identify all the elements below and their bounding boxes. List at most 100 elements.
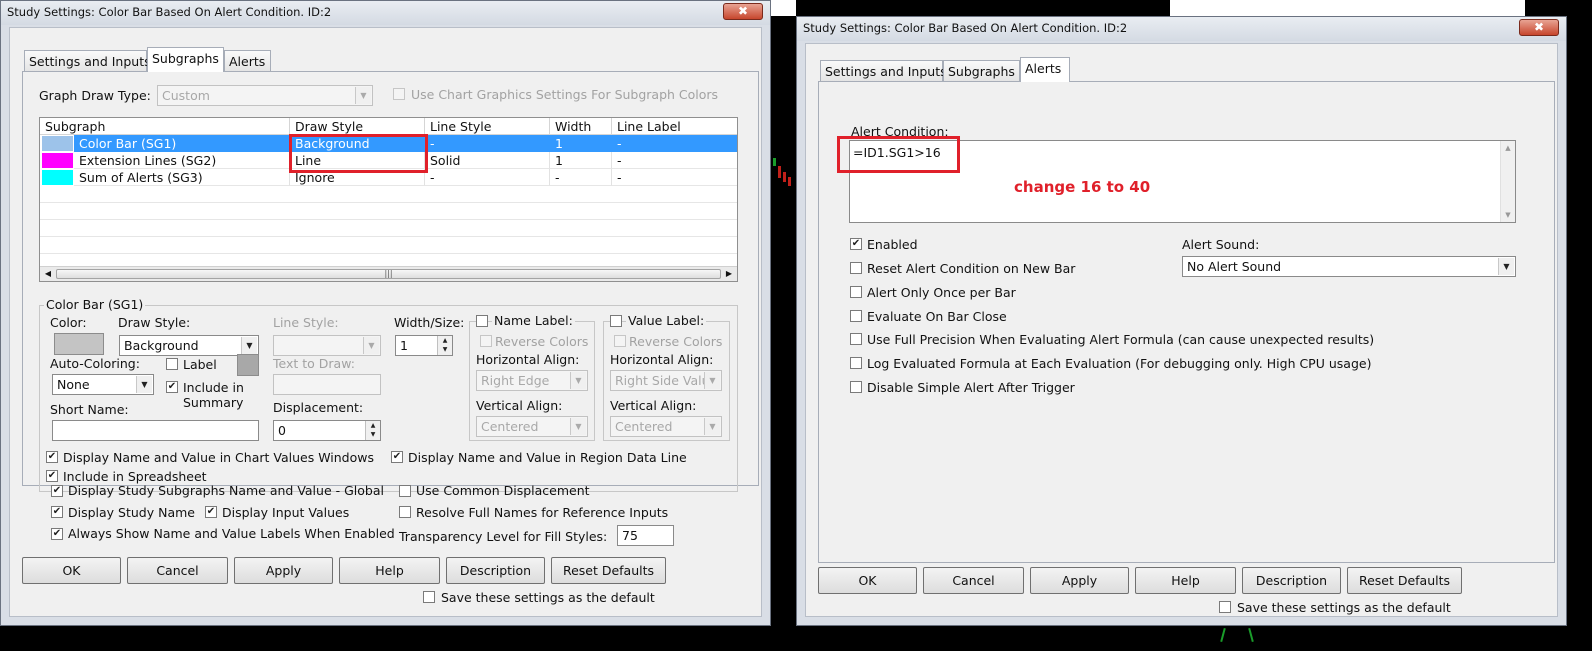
auto-coloring-value: None bbox=[57, 377, 90, 392]
vertical-align-label: Vertical Align: bbox=[610, 398, 697, 413]
graph-draw-type-label: Graph Draw Type: bbox=[39, 88, 151, 103]
width-cell: 1 bbox=[550, 135, 612, 152]
tab-settings-and-inputs[interactable]: Settings and Inputs bbox=[24, 50, 151, 72]
subgraph-settings-group: Color Bar (SG1) Color: Draw Style: Backg… bbox=[39, 297, 738, 492]
display-input-values-checkbox[interactable]: ✔ bbox=[205, 506, 217, 518]
description-button[interactable]: Description bbox=[446, 557, 545, 584]
description-button[interactable]: Description bbox=[1242, 567, 1341, 594]
label-color-button[interactable] bbox=[237, 354, 259, 376]
display-global-checkbox[interactable]: ✔ bbox=[51, 485, 63, 497]
displacement-value: 0 bbox=[278, 423, 286, 438]
scroll-left-icon[interactable]: ◀ bbox=[42, 268, 54, 280]
apply-button[interactable]: Apply bbox=[1030, 567, 1129, 594]
tab-settings-and-inputs[interactable]: Settings and Inputs bbox=[820, 60, 947, 82]
cancel-button[interactable]: Cancel bbox=[127, 557, 228, 584]
save-default-label: Save these settings as the default bbox=[1237, 600, 1451, 615]
alert-sound-select[interactable]: No Alert Sound ▼ bbox=[1182, 256, 1516, 277]
value-label-checkbox[interactable] bbox=[610, 315, 622, 327]
ok-button[interactable]: OK bbox=[22, 557, 121, 584]
group-title: Color Bar (SG1) bbox=[44, 297, 146, 312]
tab-subgraphs[interactable]: Subgraphs bbox=[147, 47, 224, 72]
option-label: Log Evaluated Formula at Each Evaluation… bbox=[867, 356, 1372, 371]
name-label-group: Name Label: Reverse Colors Horizontal Al… bbox=[469, 313, 595, 441]
label-checkbox[interactable] bbox=[166, 358, 178, 370]
scroll-down-icon[interactable]: ▼ bbox=[1501, 211, 1515, 219]
empty-row bbox=[40, 203, 737, 220]
reset-alert-checkbox[interactable] bbox=[850, 262, 862, 274]
reset-defaults-button[interactable]: Reset Defaults bbox=[1347, 567, 1462, 594]
scroll-thumb[interactable]: ||| bbox=[56, 269, 721, 279]
dialog-client: Settings and Inputs Subgraphs Alerts Gra… bbox=[9, 27, 762, 617]
spinner-icon[interactable]: ▲ ▼ bbox=[365, 421, 380, 440]
close-button[interactable]: ✖ bbox=[1519, 19, 1559, 36]
apply-button[interactable]: Apply bbox=[234, 557, 333, 584]
include-spreadsheet-checkbox[interactable]: ✔ bbox=[46, 470, 58, 482]
name-label-checkbox[interactable] bbox=[476, 315, 488, 327]
column-header-line-label[interactable]: Line Label bbox=[612, 118, 737, 135]
column-header-draw-style[interactable]: Draw Style bbox=[290, 118, 425, 135]
highlight-box-alert-condition bbox=[837, 136, 960, 173]
include-in-summary-checkbox[interactable]: ✔ bbox=[166, 381, 178, 393]
displacement-input[interactable]: 0 ▲ ▼ bbox=[273, 420, 381, 441]
width-size-input[interactable]: 1 ▲ ▼ bbox=[395, 335, 453, 356]
empty-row bbox=[40, 237, 737, 254]
display-chart-values-checkbox[interactable]: ✔ bbox=[46, 451, 58, 463]
empty-row bbox=[40, 186, 737, 203]
vertical-align-select: Centered ▼ bbox=[610, 416, 722, 437]
width-cell: 1 bbox=[550, 152, 612, 169]
cancel-button[interactable]: Cancel bbox=[923, 567, 1024, 594]
chevron-down-icon: ▼ bbox=[241, 337, 257, 354]
column-header-width[interactable]: Width bbox=[550, 118, 612, 135]
text-to-draw-label: Text to Draw: bbox=[273, 356, 355, 371]
column-header-subgraph[interactable]: Subgraph bbox=[40, 118, 290, 135]
close-icon: ✖ bbox=[1533, 20, 1545, 34]
ok-button[interactable]: OK bbox=[818, 567, 917, 594]
help-button[interactable]: Help bbox=[1135, 567, 1236, 594]
displacement-label: Displacement: bbox=[273, 400, 364, 415]
horizontal-scrollbar[interactable]: ◀ ||| ▶ bbox=[40, 266, 737, 281]
alert-once-checkbox[interactable] bbox=[850, 286, 862, 298]
display-study-name-checkbox[interactable]: ✔ bbox=[51, 506, 63, 518]
display-region-checkbox[interactable]: ✔ bbox=[391, 451, 403, 463]
tab-alerts[interactable]: Alerts bbox=[1020, 57, 1070, 82]
help-button[interactable]: Help bbox=[339, 557, 440, 584]
chevron-down-icon: ▼ bbox=[136, 376, 152, 393]
line-style-label: Line Style: bbox=[273, 315, 339, 330]
resolve-full-names-label: Resolve Full Names for Reference Inputs bbox=[416, 505, 669, 520]
reverse-colors-label: Reverse Colors bbox=[629, 334, 723, 349]
chevron-down-icon: ▼ bbox=[1498, 258, 1514, 275]
scroll-up-icon[interactable]: ▲ bbox=[1501, 144, 1515, 152]
enabled-checkbox[interactable]: ✔ bbox=[850, 238, 862, 250]
use-common-displacement-checkbox[interactable] bbox=[399, 485, 411, 497]
save-default-checkbox[interactable] bbox=[423, 591, 435, 603]
always-show-labels-checkbox[interactable]: ✔ bbox=[51, 528, 63, 540]
include-in-summary-label: Include in Summary bbox=[183, 380, 244, 410]
spinner-icon[interactable]: ▲ ▼ bbox=[437, 336, 452, 355]
auto-coloring-select[interactable]: None ▼ bbox=[52, 374, 154, 395]
display-input-values-label: Display Input Values bbox=[222, 505, 350, 520]
option-label: Enabled bbox=[867, 237, 918, 252]
tab-subgraphs[interactable]: Subgraphs bbox=[943, 60, 1020, 82]
evaluate-bar-close-checkbox[interactable] bbox=[850, 310, 862, 322]
horizontal-align-select: Right Edge ▼ bbox=[476, 370, 588, 391]
draw-style-select[interactable]: Background ▼ bbox=[119, 335, 259, 356]
short-name-input[interactable] bbox=[52, 420, 259, 441]
close-button[interactable]: ✖ bbox=[723, 3, 763, 20]
color-picker-button[interactable] bbox=[54, 333, 104, 355]
log-formula-checkbox[interactable] bbox=[850, 357, 862, 369]
reset-defaults-button[interactable]: Reset Defaults bbox=[551, 557, 666, 584]
vertical-scrollbar[interactable]: ▲ ▼ bbox=[1500, 141, 1515, 222]
reverse-colors-checkbox bbox=[480, 335, 492, 347]
color-swatch bbox=[42, 153, 73, 168]
price-bar bbox=[1220, 627, 1226, 643]
vertical-align-label: Vertical Align: bbox=[476, 398, 563, 413]
disable-simple-alert-checkbox[interactable] bbox=[850, 381, 862, 393]
resolve-full-names-checkbox[interactable] bbox=[399, 506, 411, 518]
scroll-right-icon[interactable]: ▶ bbox=[723, 268, 735, 280]
reverse-colors-label: Reverse Colors bbox=[495, 334, 589, 349]
tab-alerts[interactable]: Alerts bbox=[224, 50, 271, 72]
transparency-input[interactable]: 75 bbox=[617, 525, 674, 546]
save-default-checkbox[interactable] bbox=[1219, 601, 1231, 613]
column-header-line-style[interactable]: Line Style bbox=[425, 118, 550, 135]
full-precision-checkbox[interactable] bbox=[850, 333, 862, 345]
